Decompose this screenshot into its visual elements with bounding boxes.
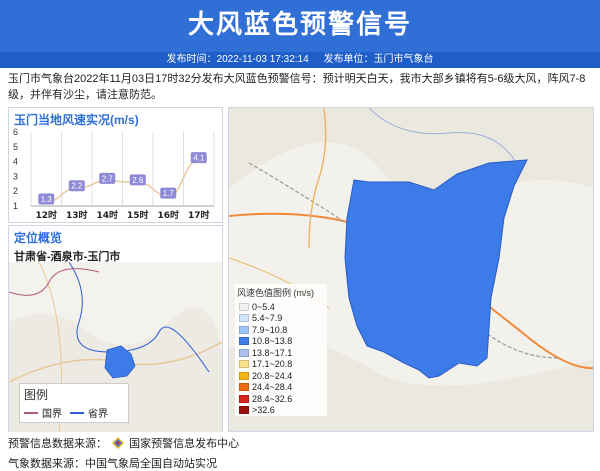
data-label: 2.2	[71, 182, 83, 191]
wind-scale-label: 17.1~20.8	[252, 359, 293, 370]
wind-scale-swatch	[239, 394, 249, 403]
cma-logo-icon	[112, 437, 125, 449]
map-legend: 图例 国界 省界	[19, 383, 129, 423]
wind-scale-row: 17.1~20.8	[235, 359, 327, 371]
wind-scale-swatch	[239, 371, 249, 380]
wind-scale-swatch	[239, 325, 249, 334]
country-border-swatch	[24, 411, 38, 414]
alert-header: 大风蓝色预警信号	[0, 0, 600, 52]
wind-scale-swatch	[239, 348, 249, 357]
wind-panel-title-text: 玉门当地风速实况	[14, 113, 111, 127]
wind-scale-label: 5.4~7.9	[252, 313, 283, 324]
publish-info-bar: 发布时间：2022-11-03 17:32:14 发布单位：玉门市气象台	[0, 52, 600, 68]
warning-map-panel[interactable]: 风速色值图例 (m/s) 0~5.4 5.4~7.9 7.9~10.8 10.8…	[228, 107, 594, 432]
weather-source-line: 气象数据来源：中国气象局全国自动站实况	[8, 458, 217, 470]
wind-scale-swatch	[239, 360, 249, 369]
province-border-label: 省界	[88, 409, 108, 420]
wind-panel-unit: (m/s)	[110, 113, 139, 127]
wind-scale-label: 24.4~28.4	[252, 382, 293, 393]
map-legend-title: 图例	[24, 388, 49, 402]
data-label: 2.6	[132, 176, 144, 185]
wind-scale-label: >32.6	[252, 405, 275, 416]
map-legend-rows: 国界 省界	[20, 405, 128, 420]
x-tick-label: 14时	[96, 209, 118, 221]
province-border-swatch	[70, 411, 84, 414]
wind-scale-row: 0~5.4	[235, 301, 327, 313]
wind-scale-label: 10.8~13.8	[252, 336, 293, 347]
wind-panel-title: 玉门当地风速实况(m/s)	[9, 108, 222, 128]
wind-scale-row: 24.4~28.4	[235, 382, 327, 394]
y-tick-label: 3	[13, 171, 18, 181]
x-tick-label: 17时	[188, 209, 210, 221]
wind-scale-row: 28.4~32.6	[235, 393, 327, 405]
wind-scale-row: 5.4~7.9	[235, 313, 327, 325]
publisher: 发布单位：玉门市气象台	[323, 54, 434, 65]
wind-speed-chart: 1 2 3 4 5 6 1.3 12时 2.2 13时 2.7 14时 2.6 15时 1.7 16时 4.1 1…	[13, 127, 215, 221]
wind-scale-swatch	[239, 314, 249, 323]
wind-scale-label: 0~5.4	[252, 301, 275, 312]
alert-summary: 玉门市气象台2022年11月03日17时32分发布大风蓝色预警信号：预计明天白天…	[8, 73, 586, 101]
x-tick-label: 12时	[35, 209, 57, 221]
x-tick-label: 15时	[127, 209, 149, 221]
wind-speed-panel: 玉门当地风速实况(m/s) 1 2 3 4 5 6 1.3 12时 2.2 13时 2.7 14时 2.…	[8, 107, 223, 223]
y-tick-label: 1	[13, 201, 18, 211]
wind-scale-legend: 风速色值图例 (m/s) 0~5.4 5.4~7.9 7.9~10.8 10.8…	[235, 284, 327, 416]
wind-scale-row: 20.8~24.4	[235, 370, 327, 382]
warning-source-link[interactable]: 国家预警信息发布中心	[129, 438, 239, 450]
data-label: 4.1	[193, 154, 205, 163]
wind-scale-swatch	[239, 406, 249, 415]
location-panel: 定位概览 甘肃省-酒泉市-玉门市 图例 国界 省界	[8, 225, 223, 432]
wind-scale-row: >32.6	[235, 405, 327, 417]
wind-scale-swatch	[239, 383, 249, 392]
alert-title: 大风蓝色预警信号	[187, 10, 412, 40]
wind-scale-label: 7.9~10.8	[252, 324, 288, 335]
warning-source-label: 预警信息数据来源：	[8, 438, 107, 450]
wind-scale-title: 风速色值图例 (m/s)	[237, 288, 314, 298]
warning-source-line: 预警信息数据来源： 国家预警信息发布中心	[8, 435, 239, 451]
wind-scale-row: 10.8~13.8	[235, 336, 327, 348]
data-label: 1.7	[163, 189, 175, 198]
data-label: 1.3	[41, 195, 53, 204]
x-tick-label: 16时	[157, 209, 179, 221]
y-tick-label: 4	[13, 157, 18, 167]
location-title: 定位概览	[14, 231, 63, 245]
data-label: 2.7	[102, 174, 114, 183]
wind-scale-label: 28.4~32.6	[252, 393, 293, 404]
wind-scale-swatch	[239, 337, 249, 346]
wind-scale-swatch	[239, 302, 249, 311]
y-tick-label: 6	[13, 127, 18, 137]
country-border-label: 国界	[42, 409, 62, 420]
publish-time: 发布时间：2022-11-03 17:32:14	[166, 54, 309, 65]
x-tick-label: 13时	[66, 209, 88, 221]
wind-scale-label: 20.8~24.4	[252, 370, 293, 381]
wind-scale-label: 13.8~17.1	[252, 347, 293, 358]
wind-scale-row: 7.9~10.8	[235, 324, 327, 336]
y-tick-label: 5	[13, 142, 18, 152]
y-tick-label: 2	[13, 186, 18, 196]
wind-scale-row: 13.8~17.1	[235, 347, 327, 359]
